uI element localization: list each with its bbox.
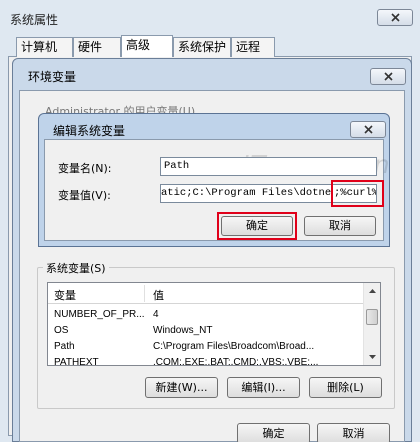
edit-close-button[interactable] (350, 121, 386, 138)
var-name: OS (54, 325, 69, 336)
scroll-up-arrow[interactable] (364, 283, 380, 299)
var-name: PATHEXT (54, 357, 99, 366)
chevron-down-icon (368, 355, 376, 359)
env-ok-button[interactable]: 确定 (237, 423, 310, 442)
tab-remote[interactable]: 远程 (231, 37, 275, 57)
highlight-box-ok (217, 212, 297, 240)
system-vars-list[interactable]: 变量 值 NUMBER_OF_PR... 4 OS Windows_NT Pat… (47, 282, 381, 366)
table-row[interactable]: Path C:\Program Files\Broadcom\Broad... (48, 338, 364, 355)
var-value: 4 (153, 309, 159, 320)
edit-cancel-button[interactable]: 取消 (304, 216, 376, 236)
close-button[interactable] (377, 9, 413, 26)
variable-name-input[interactable]: Path (160, 157, 377, 176)
var-value: Windows_NT (153, 325, 213, 336)
close-icon (390, 13, 400, 22)
table-row[interactable]: PATHEXT .COM;.EXE;.BAT;.CMD;.VBS;.VBE;..… (48, 354, 364, 366)
var-name: Path (54, 341, 75, 352)
scroll-thumb[interactable] (366, 309, 378, 325)
chevron-up-icon (368, 289, 376, 293)
delete-variable-button[interactable]: 删除(L) (309, 377, 382, 398)
table-row[interactable]: OS Windows_NT (48, 322, 364, 339)
list-header: 变量 值 (48, 283, 364, 304)
env-dialog-title: 环境变量 (28, 70, 77, 84)
tab-advanced[interactable]: 高级 (121, 35, 173, 57)
edit-variable-button[interactable]: 编辑(I)... (227, 377, 300, 398)
close-icon (383, 72, 393, 81)
variable-value-text: atic;C:\Program Files\dotnet\ (161, 187, 333, 199)
table-row[interactable]: NUMBER_OF_PR... 4 (48, 306, 364, 323)
scroll-down-arrow[interactable] (364, 349, 380, 365)
system-vars-label: 系统变量(S) (43, 260, 109, 276)
edit-dialog-title: 编辑系统变量 (53, 124, 126, 138)
var-value: .COM;.EXE;.BAT;.CMD;.VBS;.VBE;... (153, 357, 319, 366)
system-properties-title: 系统属性 (10, 13, 59, 27)
column-header-name[interactable]: 变量 (54, 287, 76, 303)
column-header-value[interactable]: 值 (153, 287, 164, 303)
tab-computer-name[interactable]: 计算机名 (16, 37, 73, 72)
var-value: C:\Program Files\Broadcom\Broad... (153, 341, 315, 352)
list-scrollbar[interactable] (363, 283, 380, 365)
close-icon (363, 125, 373, 134)
env-cancel-button[interactable]: 取消 (317, 423, 390, 442)
variable-name-label: 变量名(N): (58, 162, 112, 175)
variable-value-label: 变量值(V): (58, 189, 111, 202)
var-name: NUMBER_OF_PR... (54, 309, 145, 320)
tab-system-protection[interactable]: 系统保护 (173, 37, 231, 57)
highlight-box-curl (331, 180, 384, 207)
tab-hardware[interactable]: 硬件 (73, 37, 121, 57)
env-close-button[interactable] (370, 68, 406, 85)
new-variable-button[interactable]: 新建(W)... (145, 377, 218, 398)
